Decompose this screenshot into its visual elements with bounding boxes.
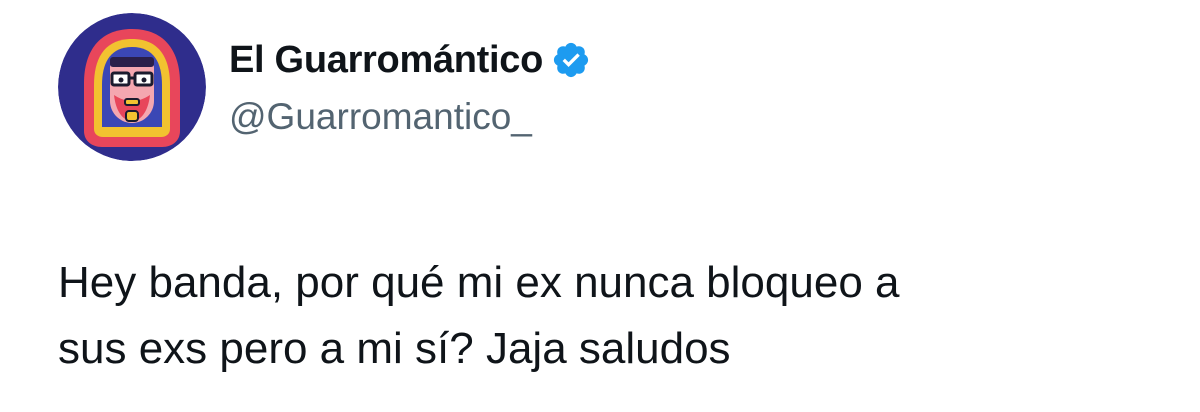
profile-avatar[interactable]	[58, 13, 206, 161]
name-row: El Guarromántico	[229, 33, 591, 87]
tweet-text-line: sus exs pero a mi sí? Jaja saludos	[58, 324, 731, 373]
tweet-card: El Guarromántico @Guarromantico_ Hey ban…	[0, 0, 1200, 412]
verified-badge-icon	[551, 40, 591, 80]
display-name[interactable]: El Guarromántico	[229, 39, 543, 82]
profile-handle[interactable]: @Guarromantico_	[229, 96, 532, 138]
bearded-man-avatar-icon	[58, 13, 206, 161]
tweet-text: Hey banda, por qué mi ex nunca bloqueo a…	[58, 250, 1178, 382]
tweet-text-line: Hey banda, por qué mi ex nunca bloqueo a	[58, 258, 900, 307]
